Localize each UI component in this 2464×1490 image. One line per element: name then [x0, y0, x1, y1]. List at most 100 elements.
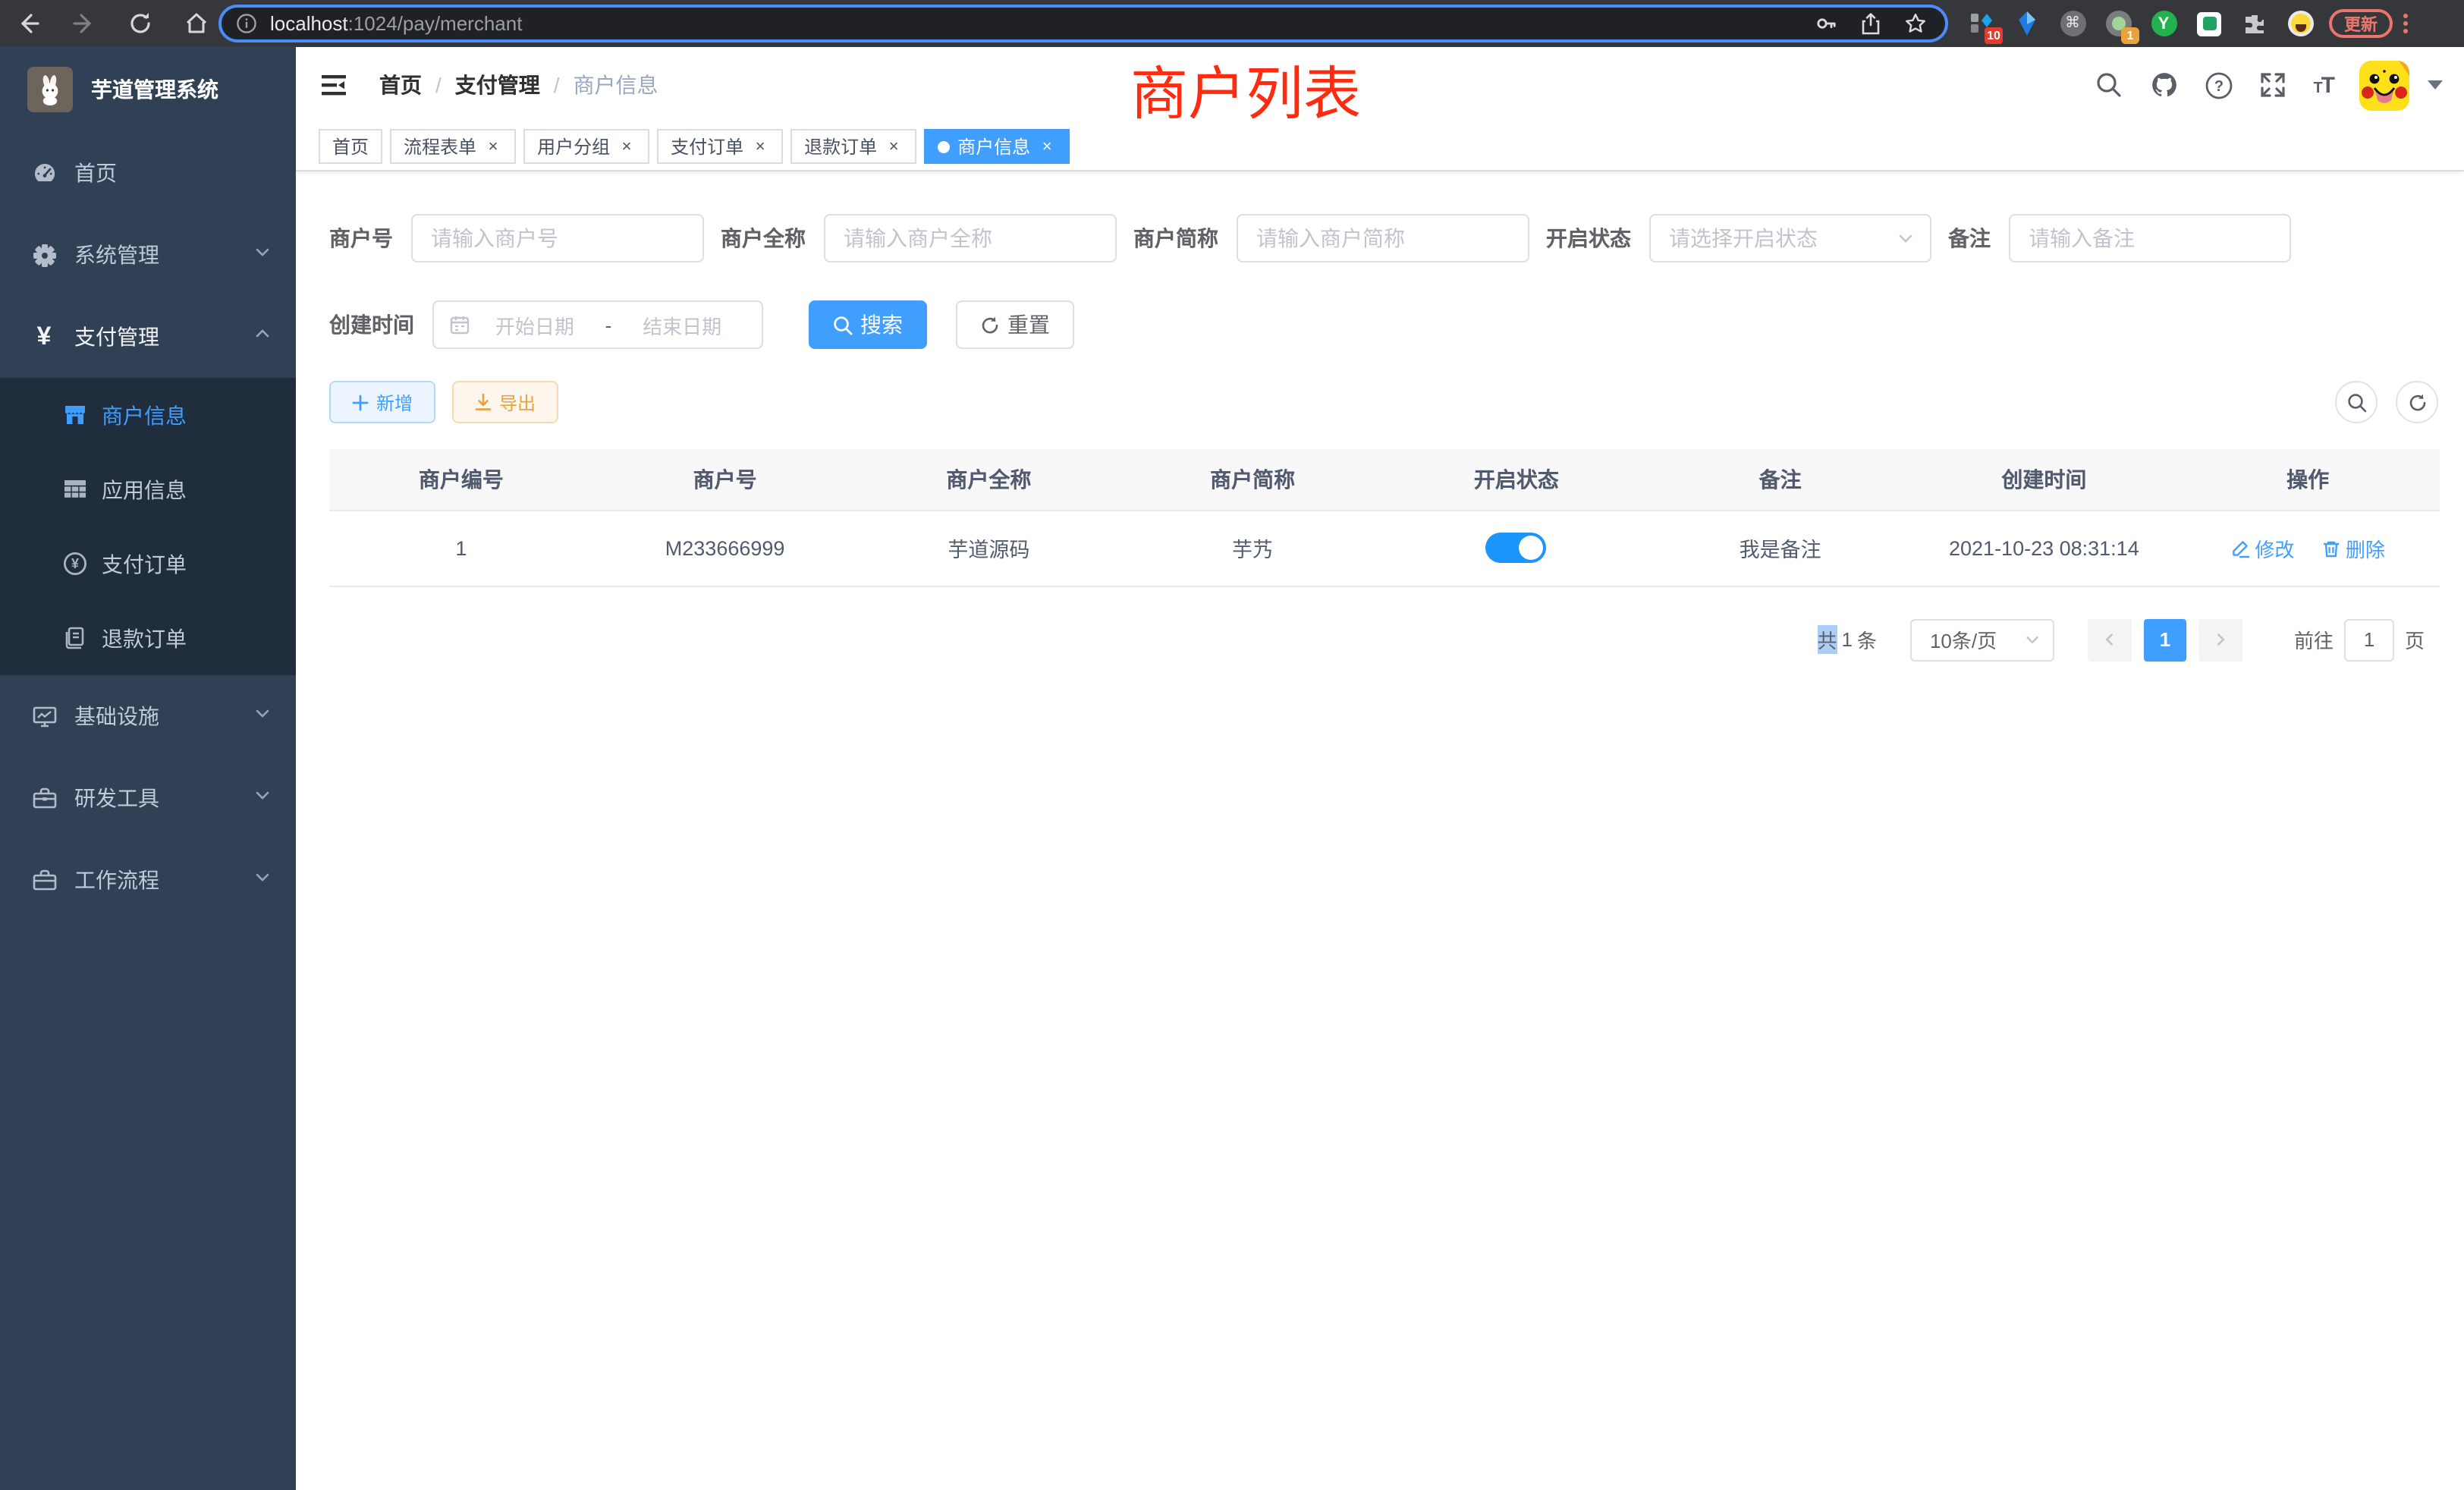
sidebar-logo[interactable]: 芋道管理系统 — [0, 47, 296, 132]
sidebar-item-devtools[interactable]: 研发工具 — [0, 757, 296, 839]
sidebar-item-label: 首页 — [74, 158, 117, 188]
prev-page-button[interactable] — [2088, 618, 2132, 661]
bookmark-star-icon[interactable] — [1904, 12, 1927, 35]
sidebar-toggle-icon[interactable] — [319, 70, 349, 100]
short-name-input[interactable] — [1237, 214, 1529, 262]
tab-home[interactable]: 首页 — [319, 129, 382, 164]
browser-chrome: localhost:1024/pay/merchant 10 — [0, 0, 2464, 47]
breadcrumb-current: 商户信息 — [574, 70, 658, 100]
sidebar-item-home[interactable]: 首页 — [0, 132, 296, 214]
col-actions: 操作 — [2176, 449, 2440, 510]
browser-menu-icon[interactable] — [2403, 14, 2408, 33]
col-merchant-no: 商户号 — [593, 449, 857, 510]
page-size-select[interactable]: 10条/页 — [1910, 618, 2054, 661]
pagination-jump: 前往 页 — [2294, 618, 2425, 661]
sidebar-submenu-pay: 商户信息 应用信息 ¥ 支付订单 — [0, 378, 296, 675]
sidebar-item-workflow[interactable]: 工作流程 — [0, 839, 296, 921]
sidebar-item-label: 支付订单 — [102, 549, 187, 579]
pagination-total: 共 1 条 — [1817, 625, 1877, 654]
search-button[interactable]: 搜索 — [809, 300, 927, 349]
next-page-button[interactable] — [2198, 618, 2242, 661]
short-name-label: 商户简称 — [1133, 223, 1237, 253]
tab-user-group[interactable]: 用户分组 × — [523, 129, 649, 164]
sidebar-item-refund-order[interactable]: 退款订单 — [0, 601, 296, 675]
site-info-icon[interactable] — [237, 14, 256, 33]
tab-label: 用户分组 — [537, 134, 610, 159]
chevron-down-icon — [2024, 631, 2041, 648]
tab-merchant-info[interactable]: 商户信息× — [924, 129, 1070, 164]
tab-label: 首页 — [332, 134, 369, 159]
tab-process-form[interactable]: 流程表单× — [390, 129, 516, 164]
chevron-left-icon — [2101, 631, 2118, 648]
extension-pin-icon[interactable] — [2013, 10, 2041, 37]
jump-page-input[interactable] — [2344, 618, 2394, 661]
tab-pay-order[interactable]: 支付订单× — [657, 129, 783, 164]
status-toggle[interactable] — [1486, 533, 1547, 563]
status-select[interactable]: 请选择开启状态 — [1649, 214, 1931, 262]
url-bar[interactable]: localhost:1024/pay/merchant — [218, 5, 1948, 42]
sidebar-item-label: 应用信息 — [102, 474, 187, 505]
app-title: 芋道管理系统 — [91, 74, 218, 105]
fullscreen-icon[interactable] — [2258, 71, 2287, 99]
avatar-caret-icon[interactable] — [2428, 80, 2443, 90]
sidebar-item-merchant-info[interactable]: 商户信息 — [0, 378, 296, 452]
chevron-down-icon — [253, 703, 272, 730]
extension-command-icon[interactable]: ⌘ — [2059, 10, 2086, 37]
search-icon — [2346, 392, 2366, 412]
sidebar-item-infra[interactable]: 基础设施 — [0, 675, 296, 757]
reset-button[interactable]: 重置 — [956, 300, 1074, 349]
cell-full-name: 芋道源码 — [857, 510, 1121, 586]
export-button[interactable]: 导出 — [452, 381, 558, 423]
help-icon[interactable]: ? — [2204, 71, 2233, 99]
extension-yudao-icon[interactable]: Y — [2150, 10, 2177, 37]
delete-link[interactable]: 删除 — [2321, 533, 2385, 562]
forward-icon[interactable] — [71, 11, 97, 36]
extension-chat-icon[interactable] — [2195, 10, 2223, 37]
remark-input[interactable] — [2009, 214, 2291, 262]
table-row: 1 M233666999 芋道源码 芋艿 我是备注 2021-10-23 08:… — [329, 510, 2440, 586]
full-name-input[interactable] — [824, 214, 1117, 262]
add-button[interactable]: 新增 — [329, 381, 435, 423]
close-icon[interactable]: × — [484, 137, 502, 156]
close-icon[interactable]: × — [618, 137, 636, 156]
url-path: :1024/pay/merchant — [348, 12, 523, 35]
profile-emoji-icon[interactable] — [2286, 10, 2314, 37]
reload-icon[interactable] — [127, 11, 153, 36]
yen-icon: ¥ — [30, 322, 58, 352]
sidebar-item-pay-order[interactable]: ¥ 支付订单 — [0, 527, 296, 601]
sidebar-item-app-info[interactable]: 应用信息 — [0, 452, 296, 527]
home-icon[interactable] — [184, 11, 209, 36]
extensions-puzzle-icon[interactable] — [2241, 10, 2268, 37]
breadcrumb-pay[interactable]: 支付管理 — [455, 70, 540, 100]
breadcrumb-separator: / — [435, 73, 442, 97]
refresh-table-button[interactable] — [2396, 381, 2438, 423]
hide-search-button[interactable] — [2335, 381, 2378, 423]
start-date-placeholder: 开始日期 — [470, 310, 599, 339]
chevron-down-icon — [253, 866, 272, 894]
merchant-no-input[interactable] — [411, 214, 704, 262]
sidebar-item-pay[interactable]: ¥ 支付管理 — [0, 296, 296, 378]
extension-blue-diamond-icon[interactable]: 10 — [1968, 10, 1995, 37]
filter-row-1: 商户号 商户全称 商户简称 开启状态 请选择开启状态 — [329, 214, 2440, 262]
font-size-icon[interactable]: TT — [2313, 72, 2334, 98]
tab-refund-order[interactable]: 退款订单× — [790, 129, 916, 164]
create-time-range-picker[interactable]: 开始日期 - 结束日期 — [432, 300, 763, 349]
share-icon[interactable] — [1860, 12, 1881, 35]
sidebar-item-system[interactable]: 系统管理 — [0, 214, 296, 296]
sidebar-item-label: 工作流程 — [74, 865, 159, 895]
close-icon[interactable]: × — [751, 137, 769, 156]
extension-recorder-icon[interactable]: 1 — [2104, 10, 2132, 37]
github-icon[interactable] — [2149, 71, 2178, 99]
pagination-total-suffix: 条 — [1857, 625, 1877, 654]
browser-update-button[interactable]: 更新 — [2329, 9, 2393, 38]
close-icon[interactable]: × — [885, 137, 903, 156]
page-number-button[interactable]: 1 — [2144, 618, 2186, 661]
edit-link[interactable]: 修改 — [2230, 533, 2294, 562]
back-icon[interactable] — [15, 11, 41, 36]
avatar[interactable] — [2359, 60, 2409, 110]
header-search-icon[interactable] — [2095, 71, 2123, 99]
password-key-icon[interactable] — [1815, 12, 1837, 35]
cell-actions: 修改 删除 — [2176, 510, 2440, 586]
breadcrumb-home[interactable]: 首页 — [379, 70, 422, 100]
close-icon[interactable]: × — [1038, 137, 1056, 156]
